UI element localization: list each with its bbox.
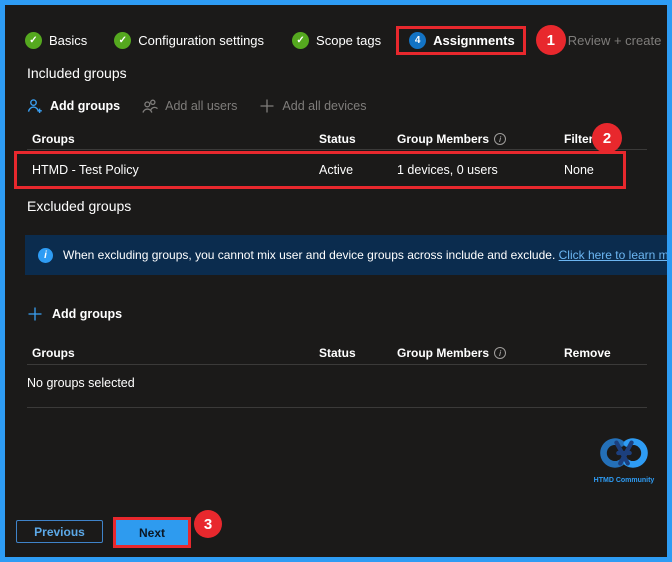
section-divider xyxy=(27,407,647,408)
annotation-badge-1: 1 xyxy=(535,25,566,55)
plus-icon xyxy=(260,99,274,113)
htmd-community-logo: HTMD Community xyxy=(591,435,657,484)
add-all-devices-label: Add all devices xyxy=(282,99,367,113)
empty-state-text: No groups selected xyxy=(27,376,135,390)
row-status: Active xyxy=(319,163,354,177)
col-status[interactable]: Status xyxy=(319,346,397,360)
people-icon xyxy=(142,99,159,113)
annotation-box-next: Next xyxy=(113,517,191,548)
col-groups[interactable]: Groups xyxy=(27,346,319,360)
step-label: Assignments xyxy=(433,32,515,48)
wizard-stepper: ✓ Basics ✓ Configuration settings ✓ Scop… xyxy=(25,23,663,57)
add-groups-label: Add groups xyxy=(50,99,121,113)
previous-button[interactable]: Previous xyxy=(16,520,103,543)
add-all-devices-button[interactable]: Add all devices xyxy=(259,98,366,114)
annotation-box-assignments: 4 Assignments xyxy=(396,25,526,55)
step-label: Scope tags xyxy=(316,32,382,48)
included-table-header: Groups Status Group Members i Filter xyxy=(27,128,647,150)
annotation-box-group-row: HTMD - Test Policy Active 1 devices, 0 u… xyxy=(14,151,626,189)
excluded-add-groups-button[interactable]: Add groups xyxy=(27,304,122,324)
check-icon: ✓ xyxy=(25,31,42,49)
info-banner: i When excluding groups, you cannot mix … xyxy=(25,235,667,275)
col-groups[interactable]: Groups xyxy=(27,132,319,146)
info-icon: i xyxy=(38,247,53,263)
annotation-badge-2: 2 xyxy=(592,123,622,153)
add-groups-button[interactable]: Add groups xyxy=(27,98,120,114)
logo-caption: HTMD Community xyxy=(593,477,655,484)
add-all-users-label: Add all users xyxy=(165,99,238,113)
info-icon[interactable]: i xyxy=(494,132,507,145)
row-filter[interactable]: None xyxy=(564,163,623,177)
step-label: Basics xyxy=(49,32,88,48)
excluded-table-header: Groups Status Group Members i Remove xyxy=(27,341,647,365)
step-label: Review + create xyxy=(567,32,662,48)
annotation-badge-3: 3 xyxy=(194,510,222,538)
person-add-icon xyxy=(27,99,42,113)
step-review-create[interactable]: Review + create xyxy=(568,33,662,48)
banner-text: When excluding groups, you cannot mix us… xyxy=(63,248,667,262)
add-all-users-button[interactable]: Add all users xyxy=(142,98,237,114)
step-number-icon: 4 xyxy=(409,31,427,49)
next-button[interactable]: Next xyxy=(116,520,188,545)
check-icon: ✓ xyxy=(292,31,310,49)
row-members: 1 devices, 0 users xyxy=(397,163,498,177)
col-group-members[interactable]: Group Members i xyxy=(397,132,564,146)
check-icon: ✓ xyxy=(114,31,132,49)
excluded-groups-title: Excluded groups xyxy=(27,198,132,214)
step-label: Configuration settings xyxy=(138,32,265,48)
col-remove[interactable]: Remove xyxy=(564,346,647,360)
included-groups-actions: Add groups Add all users Add all devices xyxy=(27,96,366,116)
plus-icon xyxy=(28,307,42,321)
htmd-logo-icon xyxy=(600,438,648,468)
col-status[interactable]: Status xyxy=(319,132,397,146)
included-groups-title: Included groups xyxy=(27,65,127,81)
step-scope-tags[interactable]: ✓ Scope tags xyxy=(292,31,382,49)
step-configuration-settings[interactable]: ✓ Configuration settings xyxy=(114,31,265,49)
step-assignments[interactable]: 4 Assignments xyxy=(409,31,515,49)
info-icon[interactable]: i xyxy=(494,346,507,359)
step-basics[interactable]: ✓ Basics xyxy=(25,31,88,49)
add-groups-label: Add groups xyxy=(52,307,123,321)
table-row[interactable]: HTMD - Test Policy Active 1 devices, 0 u… xyxy=(17,163,623,177)
learn-more-link[interactable]: Click here to learn more about xyxy=(559,248,667,262)
row-group-name[interactable]: HTMD - Test Policy xyxy=(32,163,319,177)
assignments-wizard-page: ✓ Basics ✓ Configuration settings ✓ Scop… xyxy=(0,0,672,562)
col-group-members[interactable]: Group Members i xyxy=(397,346,564,360)
